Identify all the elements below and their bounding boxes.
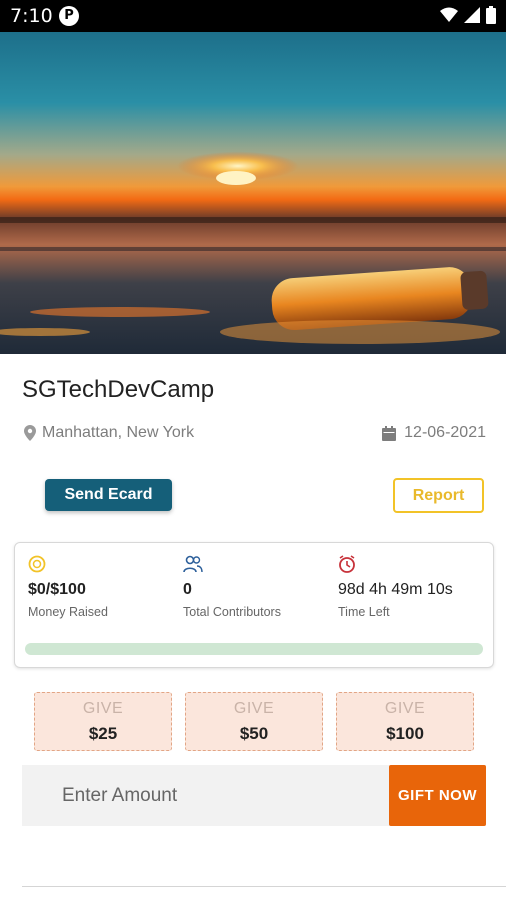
gift-now-button[interactable]: GIFT NOW: [389, 765, 486, 826]
users-icon: [183, 555, 203, 573]
battery-icon: [486, 6, 496, 24]
time-left-stat: 98d 4h 49m 10s Time Left: [338, 555, 453, 619]
money-raised-stat: $0/$100 Money Raised: [28, 555, 108, 619]
status-bar: 7:10 P: [0, 0, 506, 32]
amount-input[interactable]: [22, 765, 388, 826]
contributors-stat: 0 Total Contributors: [183, 555, 281, 619]
money-raised-value: $0/$100: [28, 581, 86, 598]
contributors-value: 0: [183, 581, 192, 598]
campaign-title: SGTechDevCamp: [22, 376, 215, 403]
give-25-button[interactable]: GIVE $25: [34, 692, 172, 751]
date-text: 12-06-2021: [404, 424, 486, 441]
status-time: 7:10: [10, 5, 53, 27]
location-pin-icon: [24, 425, 36, 441]
signal-icon: [464, 7, 480, 23]
fundraising-stats-card: $0/$100 Money Raised 0 Total Contributor…: [14, 542, 494, 668]
give-amount: $50: [239, 724, 269, 743]
app-notification-icon: P: [59, 6, 79, 26]
location-text: Manhattan, New York: [42, 424, 195, 441]
campaign-date: 12-06-2021: [382, 424, 486, 442]
give-100-button[interactable]: GIVE $100: [336, 692, 474, 751]
coin-icon: [28, 555, 46, 573]
calendar-icon: [382, 425, 397, 441]
status-icons: [440, 6, 496, 24]
give-50-button[interactable]: GIVE $50: [185, 692, 323, 751]
gift-amount-row: GIFT NOW: [22, 765, 486, 826]
give-amount: $100: [386, 724, 424, 743]
send-ecard-button[interactable]: Send Ecard: [45, 479, 172, 511]
clock-icon: [339, 555, 355, 573]
funding-progress-bar: [25, 643, 483, 655]
divider: [22, 886, 506, 887]
give-label: GIVE: [233, 700, 275, 717]
contributors-label: Total Contributors: [183, 605, 281, 619]
report-button[interactable]: Report: [393, 478, 484, 513]
money-raised-label: Money Raised: [28, 605, 108, 619]
time-left-label: Time Left: [338, 605, 390, 619]
give-amount: $25: [88, 724, 118, 743]
wifi-icon: [440, 7, 458, 22]
time-left-value: 98d 4h 49m 10s: [338, 581, 453, 598]
give-label: GIVE: [82, 700, 124, 717]
campaign-location: Manhattan, New York: [24, 424, 194, 442]
campaign-hero-image: [0, 32, 506, 354]
give-label: GIVE: [384, 700, 426, 717]
